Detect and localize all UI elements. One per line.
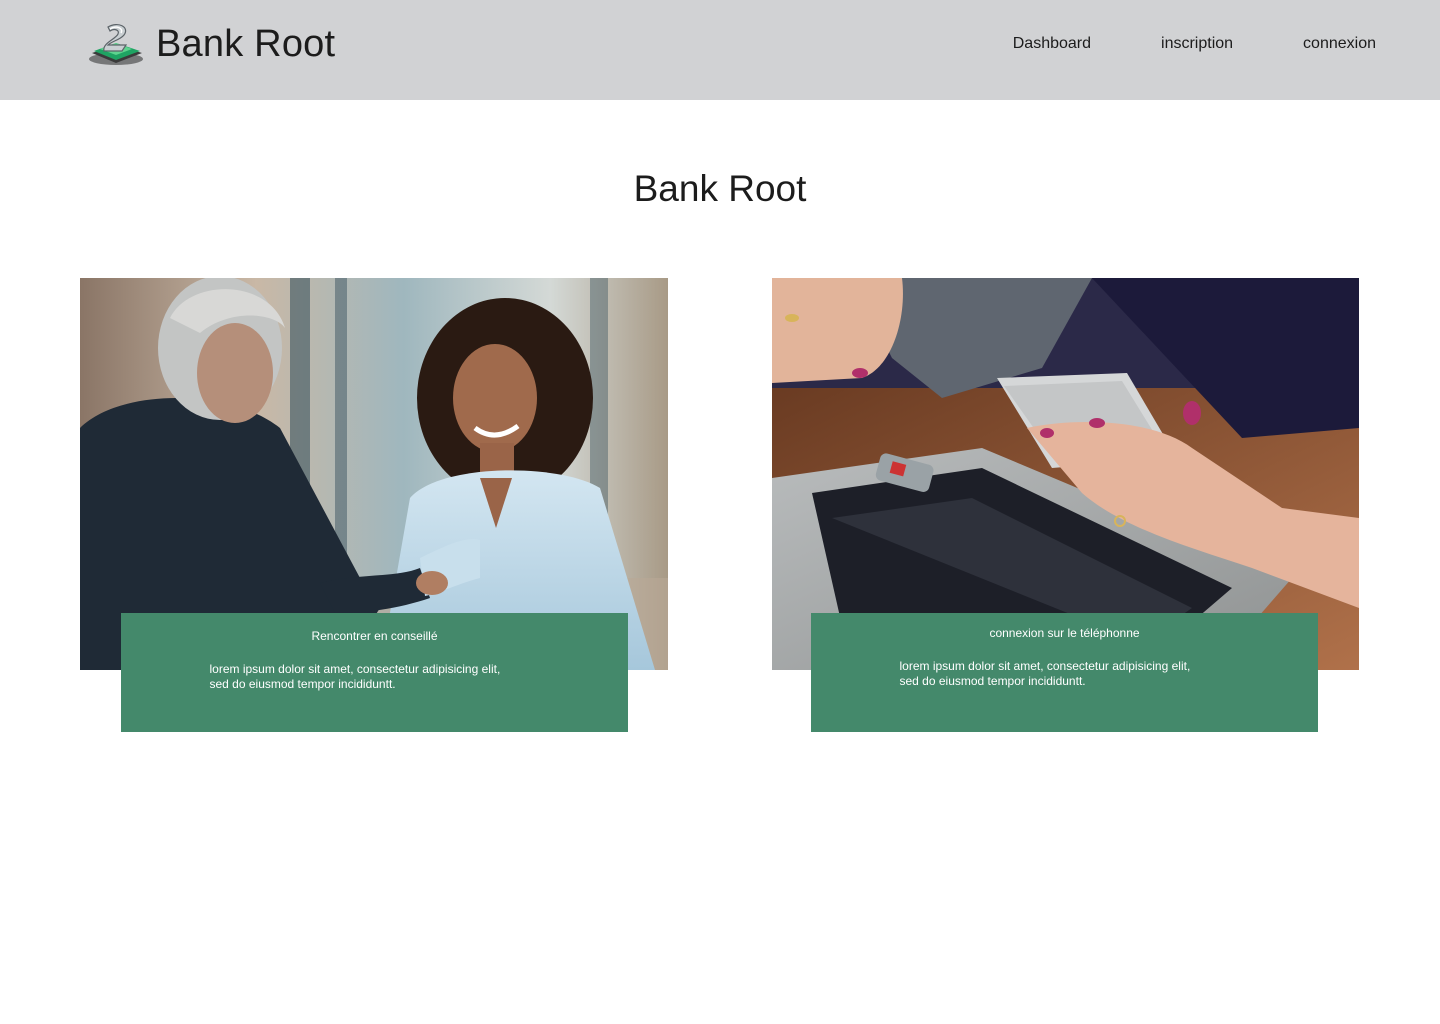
nav-dashboard-link[interactable]: Dashboard [1013,34,1091,54]
bank-root-logo-icon [89,23,143,65]
main-nav: Dashboard inscription connexion [1013,34,1376,54]
nav-inscription-link[interactable]: inscription [1161,34,1233,54]
card-title: Rencontrer en conseillé [311,629,438,643]
card-text: lorem ipsum dolor sit amet, consectetur … [209,662,501,691]
feature-card-mobile: connexion sur le téléphonne lorem ipsum … [772,278,1359,732]
handshake-meeting-photo [80,278,668,670]
brand-link[interactable]: Bank Root [86,18,335,70]
brand-name: Bank Root [156,23,336,65]
card-caption: Rencontrer en conseillé lorem ipsum dolo… [121,613,628,732]
card-caption: connexion sur le téléphonne lorem ipsum … [811,613,1318,732]
card-title: connexion sur le téléphonne [989,626,1140,640]
nav-connexion-link[interactable]: connexion [1303,34,1376,54]
feature-card-advisor: Rencontrer en conseillé lorem ipsum dolo… [80,278,668,732]
card-text: lorem ipsum dolor sit amet, consectetur … [899,659,1191,688]
page-title: Bank Root [633,168,807,209]
phone-and-laptop-photo [772,278,1359,670]
site-header: Bank Root Dashboard inscription connexio… [0,0,1440,100]
